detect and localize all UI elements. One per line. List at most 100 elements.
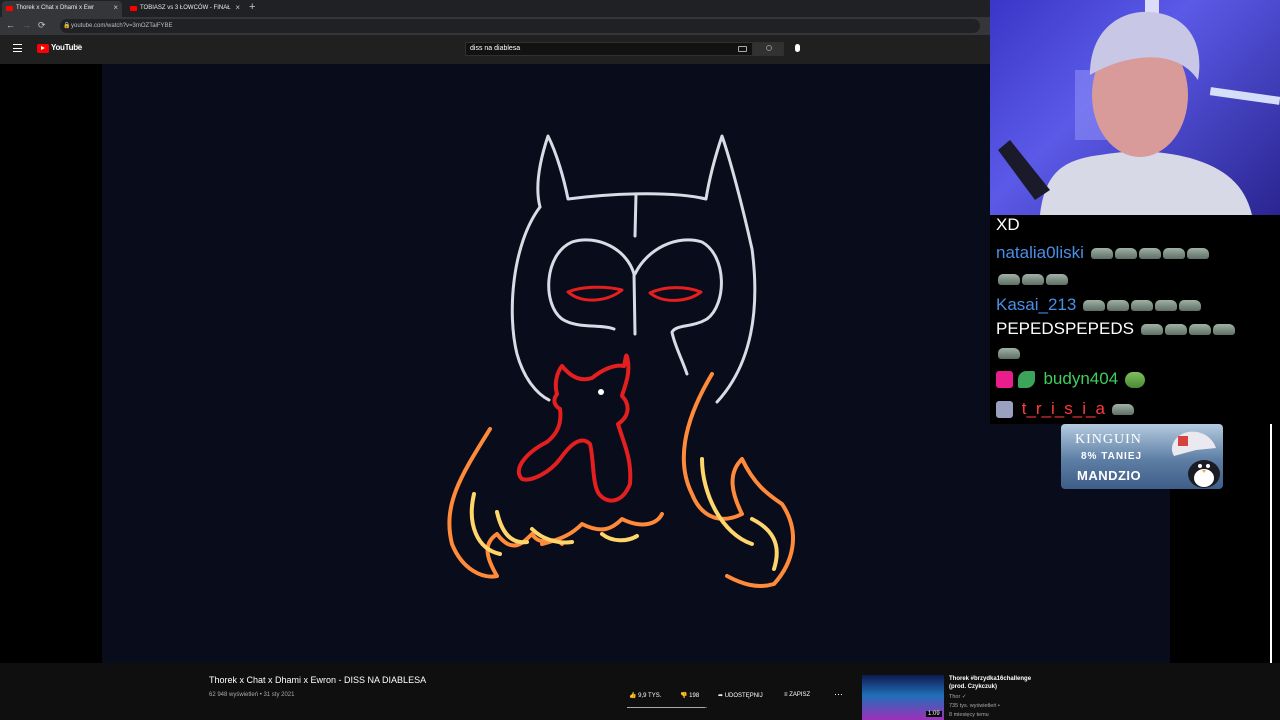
- chat-username: budyn404: [1043, 369, 1119, 388]
- save-button[interactable]: ≡ ZAPISZ: [784, 692, 810, 698]
- chat-username: Kasai_213: [996, 295, 1077, 314]
- recommended-title[interactable]: Thorek #brzydka16challenge (prod. Czykcz…: [949, 675, 1049, 691]
- flame-bottom-inner: [530, 527, 639, 545]
- tab-label: TOBIASZ vs 3 ŁOWCÓW - FINAŁ: [140, 5, 231, 11]
- rat-emote-icon: [1083, 300, 1106, 312]
- chat-text: XD: [996, 215, 1020, 234]
- flame-left: [447, 427, 564, 579]
- recommended-channel[interactable]: Thor ✓: [949, 694, 966, 700]
- dislike-button[interactable]: 👎 198: [680, 692, 699, 699]
- cat-face-outline: [547, 238, 723, 376]
- rat-emote-icon: [1162, 248, 1185, 260]
- rat-emote-icon: [1138, 248, 1161, 260]
- streamer-webcam: [990, 0, 1280, 215]
- country-code: PL: [77, 43, 82, 48]
- chat-username: t_r_i_s_i_a: [1021, 399, 1105, 418]
- rat-emote-icon: [1046, 274, 1068, 286]
- rat-emote-icon: [1155, 300, 1178, 312]
- share-label: UDOSTĘPNIJ: [724, 693, 763, 699]
- chat-message: budyn404: [996, 369, 1145, 389]
- rat-emote-icon: [1212, 324, 1235, 336]
- devil-cat-drawing: [447, 134, 796, 588]
- recommended-views: 735 tys. wyświetleń •: [949, 703, 1000, 709]
- back-icon[interactable]: ←: [6, 20, 15, 30]
- cat-right-eye: [648, 286, 703, 302]
- search-button[interactable]: [753, 42, 784, 56]
- chat-message-continuation: [996, 269, 1068, 289]
- microphone-icon[interactable]: [795, 44, 800, 52]
- sponsor-discount: 8% TANIEJ: [1081, 451, 1143, 462]
- chat-message: XD: [996, 215, 1020, 235]
- close-tab-icon[interactable]: ×: [113, 1, 118, 15]
- url-text: youtube.com/watch?v=3mOZTaiFYBE: [71, 23, 173, 29]
- video-title: Thorek x Chat x Dhami x Ewron - DISS NA …: [209, 675, 427, 685]
- rat-emote-icon: [998, 274, 1020, 286]
- chat-message: Kasai_213: [996, 295, 1202, 315]
- cat-left-eye: [566, 285, 624, 302]
- chat-text: PEPEDSPEPEDS: [996, 319, 1134, 338]
- streamer-silhouette: [998, 0, 1280, 215]
- like-count: 9,9 TYS.: [638, 693, 662, 699]
- pepe-emote-icon: [1124, 371, 1145, 388]
- search-input[interactable]: diss na diablesa: [465, 42, 753, 56]
- save-label: ZAPISZ: [789, 692, 811, 698]
- rat-emote-icon: [1179, 300, 1202, 312]
- thumbs-up-icon: 👍: [629, 693, 637, 699]
- sub-badge-icon: [996, 401, 1013, 419]
- tab-active[interactable]: Thorek x Chat x Dhami x Ewr ×: [2, 1, 122, 17]
- rat-emote-icon: [1140, 324, 1163, 336]
- close-tab-icon[interactable]: ×: [235, 1, 240, 15]
- sponsor-banner: KINGUIN 8% TANIEJ MANDZIO: [1061, 424, 1223, 489]
- rat-emote-icon: [1164, 324, 1187, 336]
- chat-message-continuation: [996, 343, 1020, 363]
- penguin-mascot-icon: [1171, 431, 1220, 488]
- browser-toolbar: ← → ⟳ 🔒 youtube.com/watch?v=3mOZTaiFYBE: [0, 17, 990, 35]
- chat-message: natalia0liski: [996, 243, 1209, 263]
- like-dislike-bar: [627, 707, 707, 708]
- rat-emote-icon: [1107, 300, 1130, 312]
- like-button[interactable]: 👍 9,9 TYS.: [629, 692, 661, 699]
- hamburger-menu-icon[interactable]: [13, 44, 22, 52]
- browser-tab-bar: Thorek x Chat x Dhami x Ewr × TOBIASZ vs…: [0, 0, 990, 17]
- video-info-panel: Thorek x Chat x Dhami x Ewron - DISS NA …: [0, 663, 1280, 720]
- devil-body: [516, 353, 633, 503]
- cat-forehead-line: [633, 192, 638, 238]
- share-button[interactable]: ➦ UDOSTĘPNIJ: [718, 692, 763, 699]
- rat-emote-icon: [1188, 324, 1211, 336]
- sponsor-code: MANDZIO: [1077, 468, 1142, 483]
- chat-message: t_r_i_s_i_a: [996, 399, 1134, 419]
- keyboard-icon[interactable]: [738, 46, 747, 52]
- flame-bottom: [540, 512, 664, 546]
- more-options-icon[interactable]: ⋯: [834, 689, 843, 700]
- youtube-header: YouTube PL diss na diablesa: [0, 35, 990, 64]
- rat-emote-icon: [1114, 248, 1137, 260]
- youtube-logo-icon[interactable]: [37, 44, 49, 53]
- address-bar[interactable]: 🔒 youtube.com/watch?v=3mOZTaiFYBE: [60, 19, 980, 33]
- rat-emote-icon: [1022, 274, 1044, 286]
- share-icon: ➦: [718, 693, 724, 699]
- cat-head-outline: [536, 134, 757, 404]
- recommended-age: 8 miesięcy temu: [949, 712, 989, 718]
- search-icon: [766, 45, 772, 51]
- sponsor-brand: KINGUIN: [1075, 432, 1142, 447]
- like-ratio-fill: [627, 707, 706, 708]
- forward-icon[interactable]: →: [22, 20, 31, 30]
- youtube-favicon-icon: [130, 6, 137, 11]
- youtube-favicon-icon: [6, 6, 13, 11]
- rat-emote-icon: [1111, 404, 1134, 416]
- leaf-badge-icon: [1017, 371, 1035, 389]
- rat-emote-icon: [998, 348, 1020, 360]
- tab-inactive[interactable]: TOBIASZ vs 3 ŁOWCÓW - FINAŁ ×: [126, 1, 244, 17]
- chat-message: PEPEDSPEPEDS: [996, 319, 1235, 339]
- video-duration: 1:09: [926, 711, 942, 717]
- sub-badge-icon: [996, 371, 1013, 389]
- new-tab-button[interactable]: +: [249, 1, 255, 13]
- dislike-count: 198: [689, 693, 700, 699]
- reload-icon[interactable]: ⟳: [38, 20, 46, 31]
- tab-label: Thorek x Chat x Dhami x Ewr: [16, 5, 95, 11]
- video-player[interactable]: [102, 64, 990, 663]
- video-meta: 62 948 wyświetleń • 31 sty 2021: [209, 692, 295, 698]
- cat-left-side: [510, 205, 551, 402]
- thumbs-down-icon: 👎: [680, 693, 688, 699]
- chat-username: natalia0liski: [996, 243, 1084, 262]
